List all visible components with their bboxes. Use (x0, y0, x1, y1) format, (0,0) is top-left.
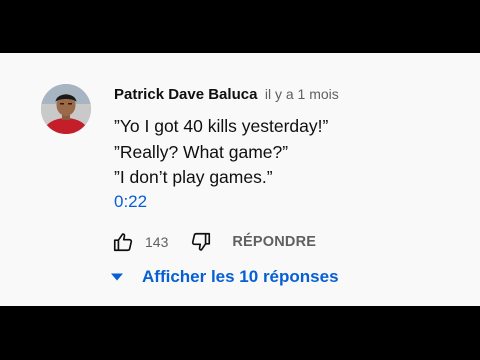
comment-body: ”Yo I got 40 kills yesterday!” ”Really? … (114, 114, 454, 191)
posted-time[interactable]: il y a 1 mois (265, 86, 339, 102)
thumbs-up-icon (113, 233, 133, 252)
show-replies-button[interactable]: Afficher les 10 réponses (108, 265, 339, 289)
thumbs-down-icon (192, 232, 211, 251)
comment-line: ”Really? What game?” (114, 141, 289, 162)
comment-header: Patrick Dave Baluca il y a 1 mois (114, 86, 339, 106)
avatar[interactable] (41, 84, 91, 134)
like-button[interactable] (112, 231, 134, 253)
comment-actions: 143 RÉPONDRE (112, 230, 316, 254)
comment-line: ”Yo I got 40 kills yesterday!” (114, 116, 329, 136)
comment-line: ”I don’t play games.” (114, 167, 273, 187)
show-replies-label[interactable]: Afficher les 10 réponses (142, 267, 339, 287)
dislike-button[interactable] (190, 231, 212, 253)
reply-button[interactable]: RÉPONDRE (232, 234, 316, 250)
author-name[interactable]: Patrick Dave Baluca (114, 86, 257, 103)
like-count: 143 (145, 234, 169, 250)
caret-down-icon (108, 268, 126, 286)
avatar-image (41, 84, 91, 134)
video-timestamp-link[interactable]: 0:22 (114, 192, 147, 212)
comment-card: Patrick Dave Baluca il y a 1 mois ”Yo I … (0, 53, 480, 306)
